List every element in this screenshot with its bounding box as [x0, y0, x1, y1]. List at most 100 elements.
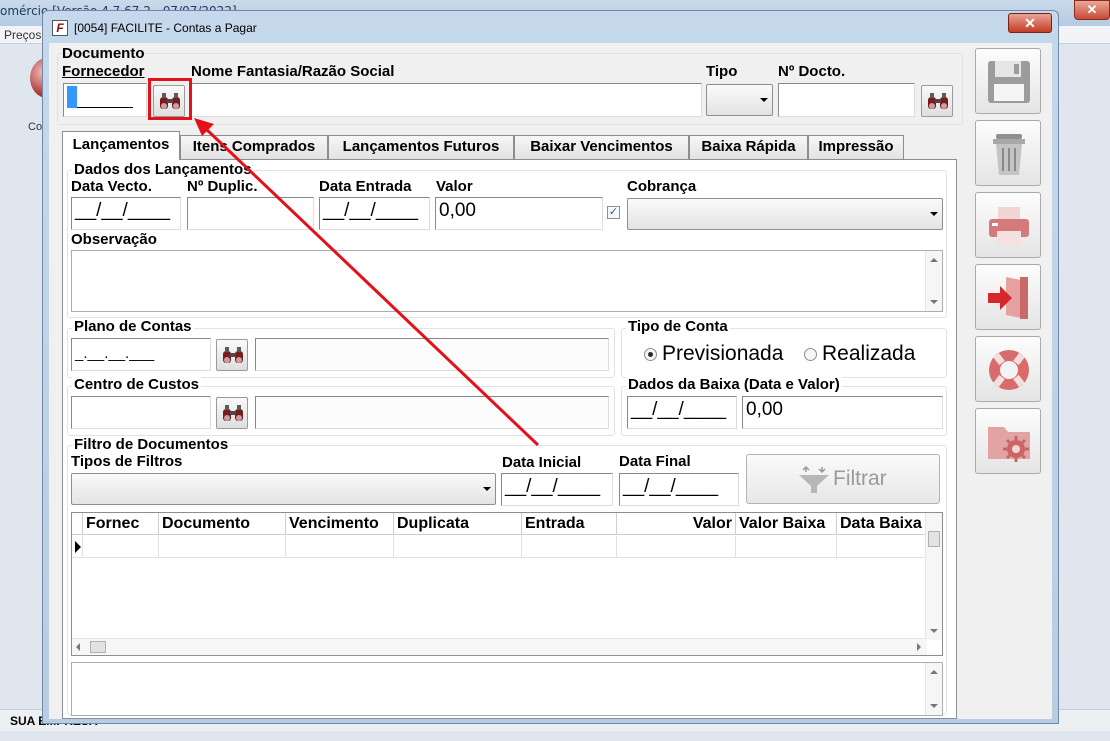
column-header-fornec[interactable]: Fornec — [83, 513, 159, 535]
tab-lancamentos[interactable]: Lançamentos — [62, 131, 180, 160]
app-icon: F — [52, 20, 68, 36]
baixa-valor-input[interactable]: 0,00 — [742, 396, 943, 429]
grid-cell[interactable] — [394, 536, 522, 558]
tipos-filtros-select[interactable] — [71, 473, 496, 505]
column-header-duplicata[interactable]: Duplicata — [394, 513, 522, 535]
realizada-label[interactable]: Realizada — [822, 342, 915, 366]
plano-search-button[interactable] — [216, 339, 248, 371]
tipo-label: Tipo — [706, 63, 738, 80]
nome-fantasia-label: Nome Fantasia/Razão Social — [191, 63, 395, 80]
tab-lancamentos-futuros[interactable]: Lançamentos Futuros — [328, 135, 514, 159]
tab-baixar-vencimentos[interactable]: Baixar Vencimentos — [514, 135, 689, 159]
grid-corner — [72, 513, 83, 535]
grid-cell[interactable] — [736, 536, 837, 558]
data-vecto-input[interactable]: __/__/____ — [71, 197, 181, 230]
delete-button[interactable] — [975, 120, 1041, 186]
data-final-input[interactable]: __/__/____ — [619, 473, 739, 506]
observacao-scrollbar[interactable] — [925, 251, 942, 311]
valor-input[interactable]: 0,00 — [435, 197, 603, 230]
ndocto-label: Nº Docto. — [778, 63, 846, 80]
close-button[interactable]: ✕ — [1008, 13, 1052, 33]
chevron-down-icon — [930, 212, 938, 216]
radio-realizada[interactable] — [804, 348, 817, 361]
scroll-thumb[interactable] — [90, 641, 106, 653]
tab-itens-comprados[interactable]: Itens Comprados — [180, 135, 328, 159]
radio-previsionada[interactable] — [644, 348, 657, 361]
data-inicial-input[interactable]: __/__/____ — [501, 473, 613, 506]
highlight-callout — [148, 78, 192, 120]
row-pointer-icon — [75, 541, 81, 553]
background-close-button[interactable]: ✕ — [1074, 0, 1110, 20]
print-button[interactable] — [975, 192, 1041, 258]
valor-checkbox[interactable]: ✓ — [607, 206, 620, 219]
baixa-date-input[interactable]: __/__/____ — [627, 396, 737, 429]
grid-cell[interactable] — [617, 536, 736, 558]
fornecedor-mask — [77, 90, 133, 109]
observacao-textarea[interactable] — [71, 250, 943, 312]
valor-label: Valor — [436, 178, 473, 195]
settings-button[interactable] — [975, 408, 1041, 474]
cobranca-label: Cobrança — [627, 178, 697, 195]
data-entrada-input[interactable]: __/__/____ — [319, 197, 430, 230]
grid-cell[interactable] — [837, 536, 929, 558]
detalhes-scrollbar[interactable] — [925, 663, 942, 715]
column-header-entrada[interactable]: Entrada — [522, 513, 617, 535]
row-indicator — [72, 536, 83, 558]
nduplic-input[interactable] — [187, 197, 314, 230]
scroll-thumb[interactable] — [928, 531, 940, 547]
scroll-down-icon[interactable] — [930, 704, 938, 708]
grid-vertical-scrollbar[interactable] — [925, 513, 942, 640]
tipos-filtros-label: Tipos de Filtros — [71, 453, 183, 470]
documentos-grid[interactable]: Fornec Documento Vencimento Duplicata En… — [71, 512, 943, 656]
data-entrada-label: Data Entrada — [319, 178, 412, 195]
column-header-valor-baixa[interactable]: Valor Baixa — [736, 513, 837, 535]
grid-cell[interactable] — [83, 536, 159, 558]
fornecedor-input[interactable] — [63, 83, 147, 117]
nduplic-label: Nº Duplic. — [187, 178, 258, 195]
scroll-up-icon[interactable] — [930, 258, 938, 262]
observacao-label: Observação — [71, 231, 157, 248]
printer-icon — [989, 207, 1029, 245]
save-button[interactable] — [975, 48, 1041, 114]
column-header-vencimento[interactable]: Vencimento — [286, 513, 394, 535]
ndocto-search-button[interactable] — [921, 85, 953, 117]
column-header-documento[interactable]: Documento — [159, 513, 286, 535]
grid-cell[interactable] — [286, 536, 394, 558]
centro-custos-title: Centro de Custos — [72, 376, 202, 393]
plano-code-input[interactable]: _.__.__.___ — [71, 338, 211, 371]
ndocto-input[interactable] — [778, 83, 915, 117]
help-button[interactable] — [975, 336, 1041, 402]
window-titlebar[interactable]: F [0054] FACILITE - Contas a Pagar ✕ — [43, 11, 1058, 41]
background-menu-item[interactable]: Preços — [4, 28, 41, 42]
funnel-icon — [799, 465, 829, 493]
tab-baixa-rapida[interactable]: Baixa Rápida — [689, 135, 808, 159]
centro-search-button[interactable] — [216, 397, 248, 429]
previsionada-label[interactable]: Previsionada — [662, 342, 783, 366]
scroll-left-icon[interactable] — [76, 643, 80, 651]
text-cursor — [67, 86, 77, 108]
scroll-up-icon[interactable] — [930, 670, 938, 674]
scroll-right-icon[interactable] — [917, 643, 921, 651]
filtrar-button[interactable]: Filtrar — [746, 454, 940, 504]
detalhes-textarea[interactable] — [71, 662, 943, 716]
save-icon — [988, 61, 1030, 103]
column-header-valor[interactable]: Valor — [617, 513, 736, 535]
exit-button[interactable] — [975, 264, 1041, 330]
dados-baixa-title-text: Dados da Baixa (Data e Valor) — [628, 376, 840, 393]
nome-fantasia-input[interactable] — [190, 83, 702, 117]
dados-baixa-title: Dados da Baixa (Data e Valor) — [626, 376, 842, 393]
tab-impressao[interactable]: Impressão — [808, 135, 904, 159]
centro-code-input[interactable] — [71, 396, 211, 429]
chevron-down-icon — [483, 487, 491, 491]
scroll-down-icon[interactable] — [930, 629, 938, 633]
column-header-data-baixa[interactable]: Data Baixa — [837, 513, 929, 535]
grid-cell[interactable] — [159, 536, 286, 558]
scroll-down-icon[interactable] — [930, 300, 938, 304]
cobranca-select[interactable] — [627, 198, 943, 230]
tipo-conta-title: Tipo de Conta — [626, 318, 730, 335]
tipo-select[interactable] — [706, 84, 773, 116]
grid-cell[interactable] — [522, 536, 617, 558]
grid-horizontal-scrollbar[interactable] — [72, 638, 927, 655]
data-final-label: Data Final — [619, 453, 691, 470]
plano-description — [255, 338, 609, 371]
